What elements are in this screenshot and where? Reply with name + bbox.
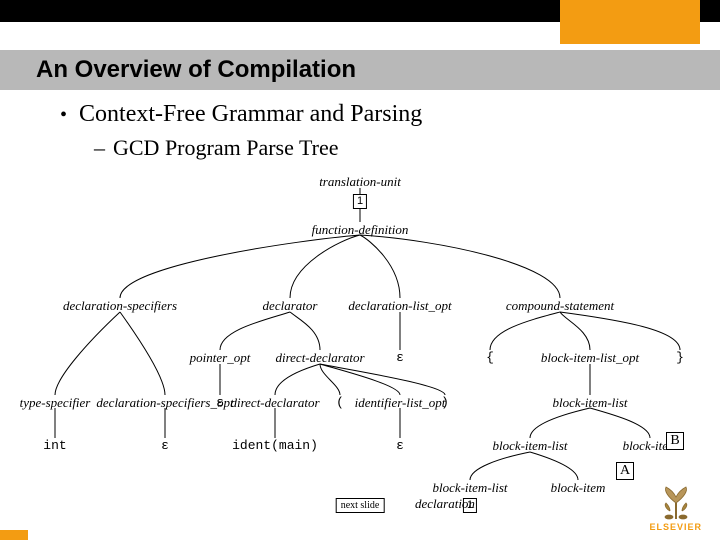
node-int: int — [43, 438, 66, 453]
node-direct-declarator-2: direct-declarator — [230, 395, 319, 411]
node-type-specifier: type-specifier — [20, 395, 91, 411]
bullet-sub: – GCD Program Parse Tree — [94, 135, 684, 161]
title-bar: An Overview of Compilation — [0, 50, 720, 90]
node-declaration: declaration — [415, 496, 475, 512]
next-slide-button[interactable]: next slide — [336, 498, 385, 513]
node-eps-1: ε — [396, 350, 404, 365]
parse-tree: translation-unit 1 function-definition d… — [0, 170, 720, 470]
sub-text: GCD Program Parse Tree — [113, 135, 339, 161]
publisher-logo: ELSEVIER — [649, 483, 702, 532]
node-brace-r: } — [676, 350, 684, 365]
bullet-text: Context-Free Grammar and Parsing — [79, 101, 422, 128]
content-area: • Context-Free Grammar and Parsing – GCD… — [0, 95, 720, 161]
node-lparen: ( — [336, 395, 344, 410]
node-declaration-specifiers: declaration-specifiers — [63, 298, 177, 314]
elsevier-tree-icon — [656, 483, 696, 521]
node-block-item-list-3: block-item-list — [432, 480, 507, 496]
node-declarator: declarator — [263, 298, 318, 314]
node-brace-l: { — [486, 350, 494, 365]
slide-header: An Overview of Compilation — [0, 0, 720, 70]
node-declaration-list-opt: declaration-list_opt — [348, 298, 451, 314]
slide-title: An Overview of Compilation — [36, 56, 356, 84]
node-block-item-list-opt: block-item-list_opt — [541, 350, 639, 366]
node-eps-4: ε — [161, 438, 169, 453]
node-function-definition: function-definition — [312, 222, 409, 238]
bullet-icon: • — [60, 101, 67, 129]
node-direct-declarator: direct-declarator — [275, 350, 364, 366]
node-ident-main: ident(main) — [232, 438, 318, 453]
jump-b-button[interactable]: B — [666, 432, 684, 450]
node-identifier-list-opt: identifier-list_opt — [355, 395, 446, 411]
node-block-item-list-2: block-item-list — [492, 438, 567, 454]
tag-1a: 1 — [353, 192, 367, 209]
node-translation-unit: translation-unit — [319, 174, 401, 190]
node-block-item-2: block-item — [551, 480, 606, 496]
footer-accent — [0, 530, 28, 540]
node-rparen: ) — [441, 395, 449, 410]
node-declaration-specifiers-opt: declaration-specifiers_opt — [96, 395, 233, 411]
node-pointer-opt: pointer_opt — [190, 350, 251, 366]
dash-icon: – — [94, 135, 105, 161]
tree-edges — [0, 170, 720, 490]
jump-a-button[interactable]: A — [616, 462, 634, 480]
node-block-item-list: block-item-list — [552, 395, 627, 411]
node-compound-statement: compound-statement — [506, 298, 614, 314]
bullet-main: • Context-Free Grammar and Parsing — [60, 101, 684, 129]
node-eps-2: ε — [216, 395, 224, 410]
publisher-name: ELSEVIER — [649, 522, 702, 532]
node-eps-3: ε — [396, 438, 404, 453]
header-accent-box — [560, 0, 700, 44]
